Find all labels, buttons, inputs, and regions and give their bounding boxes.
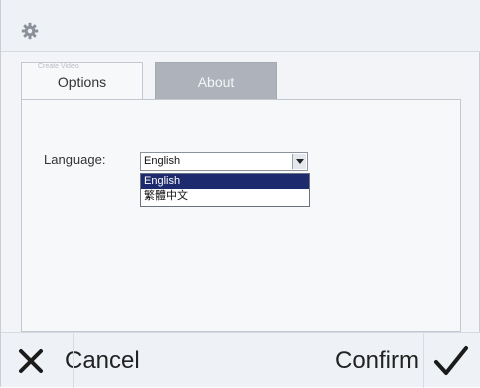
language-option-traditional-chinese[interactable]: 繁體中文 (141, 189, 309, 204)
tab-about-label: About (197, 73, 235, 90)
close-icon (19, 348, 43, 373)
checkmark-icon (434, 345, 468, 375)
settings-window: Create Video Options About Language: Eng… (0, 0, 480, 388)
tab-options-label: Options (57, 73, 107, 90)
language-option-english[interactable]: English (141, 174, 309, 189)
tab-ghost-label: Create Video (38, 63, 79, 70)
language-select-value: English (144, 155, 181, 167)
title-bar (1, 0, 480, 52)
chevron-down-icon[interactable] (292, 154, 306, 169)
confirm-label: Confirm (334, 346, 419, 374)
tab-about[interactable]: About (155, 62, 277, 100)
tab-bar: Create Video Options About (21, 58, 461, 100)
cancel-button[interactable]: Cancel (17, 333, 187, 388)
cancel-label: Cancel (65, 346, 140, 374)
action-bar: Cancel Confirm (1, 332, 480, 388)
confirm-button[interactable]: Confirm (299, 333, 469, 388)
language-label: Language: (44, 152, 106, 167)
tab-options[interactable]: Create Video Options (21, 62, 143, 100)
gear-icon (21, 22, 39, 40)
options-panel: Language: English English 繁體中文 (21, 99, 461, 332)
language-dropdown-list: English 繁體中文 (140, 173, 310, 207)
language-select[interactable]: English (140, 152, 308, 171)
divider (73, 333, 74, 388)
